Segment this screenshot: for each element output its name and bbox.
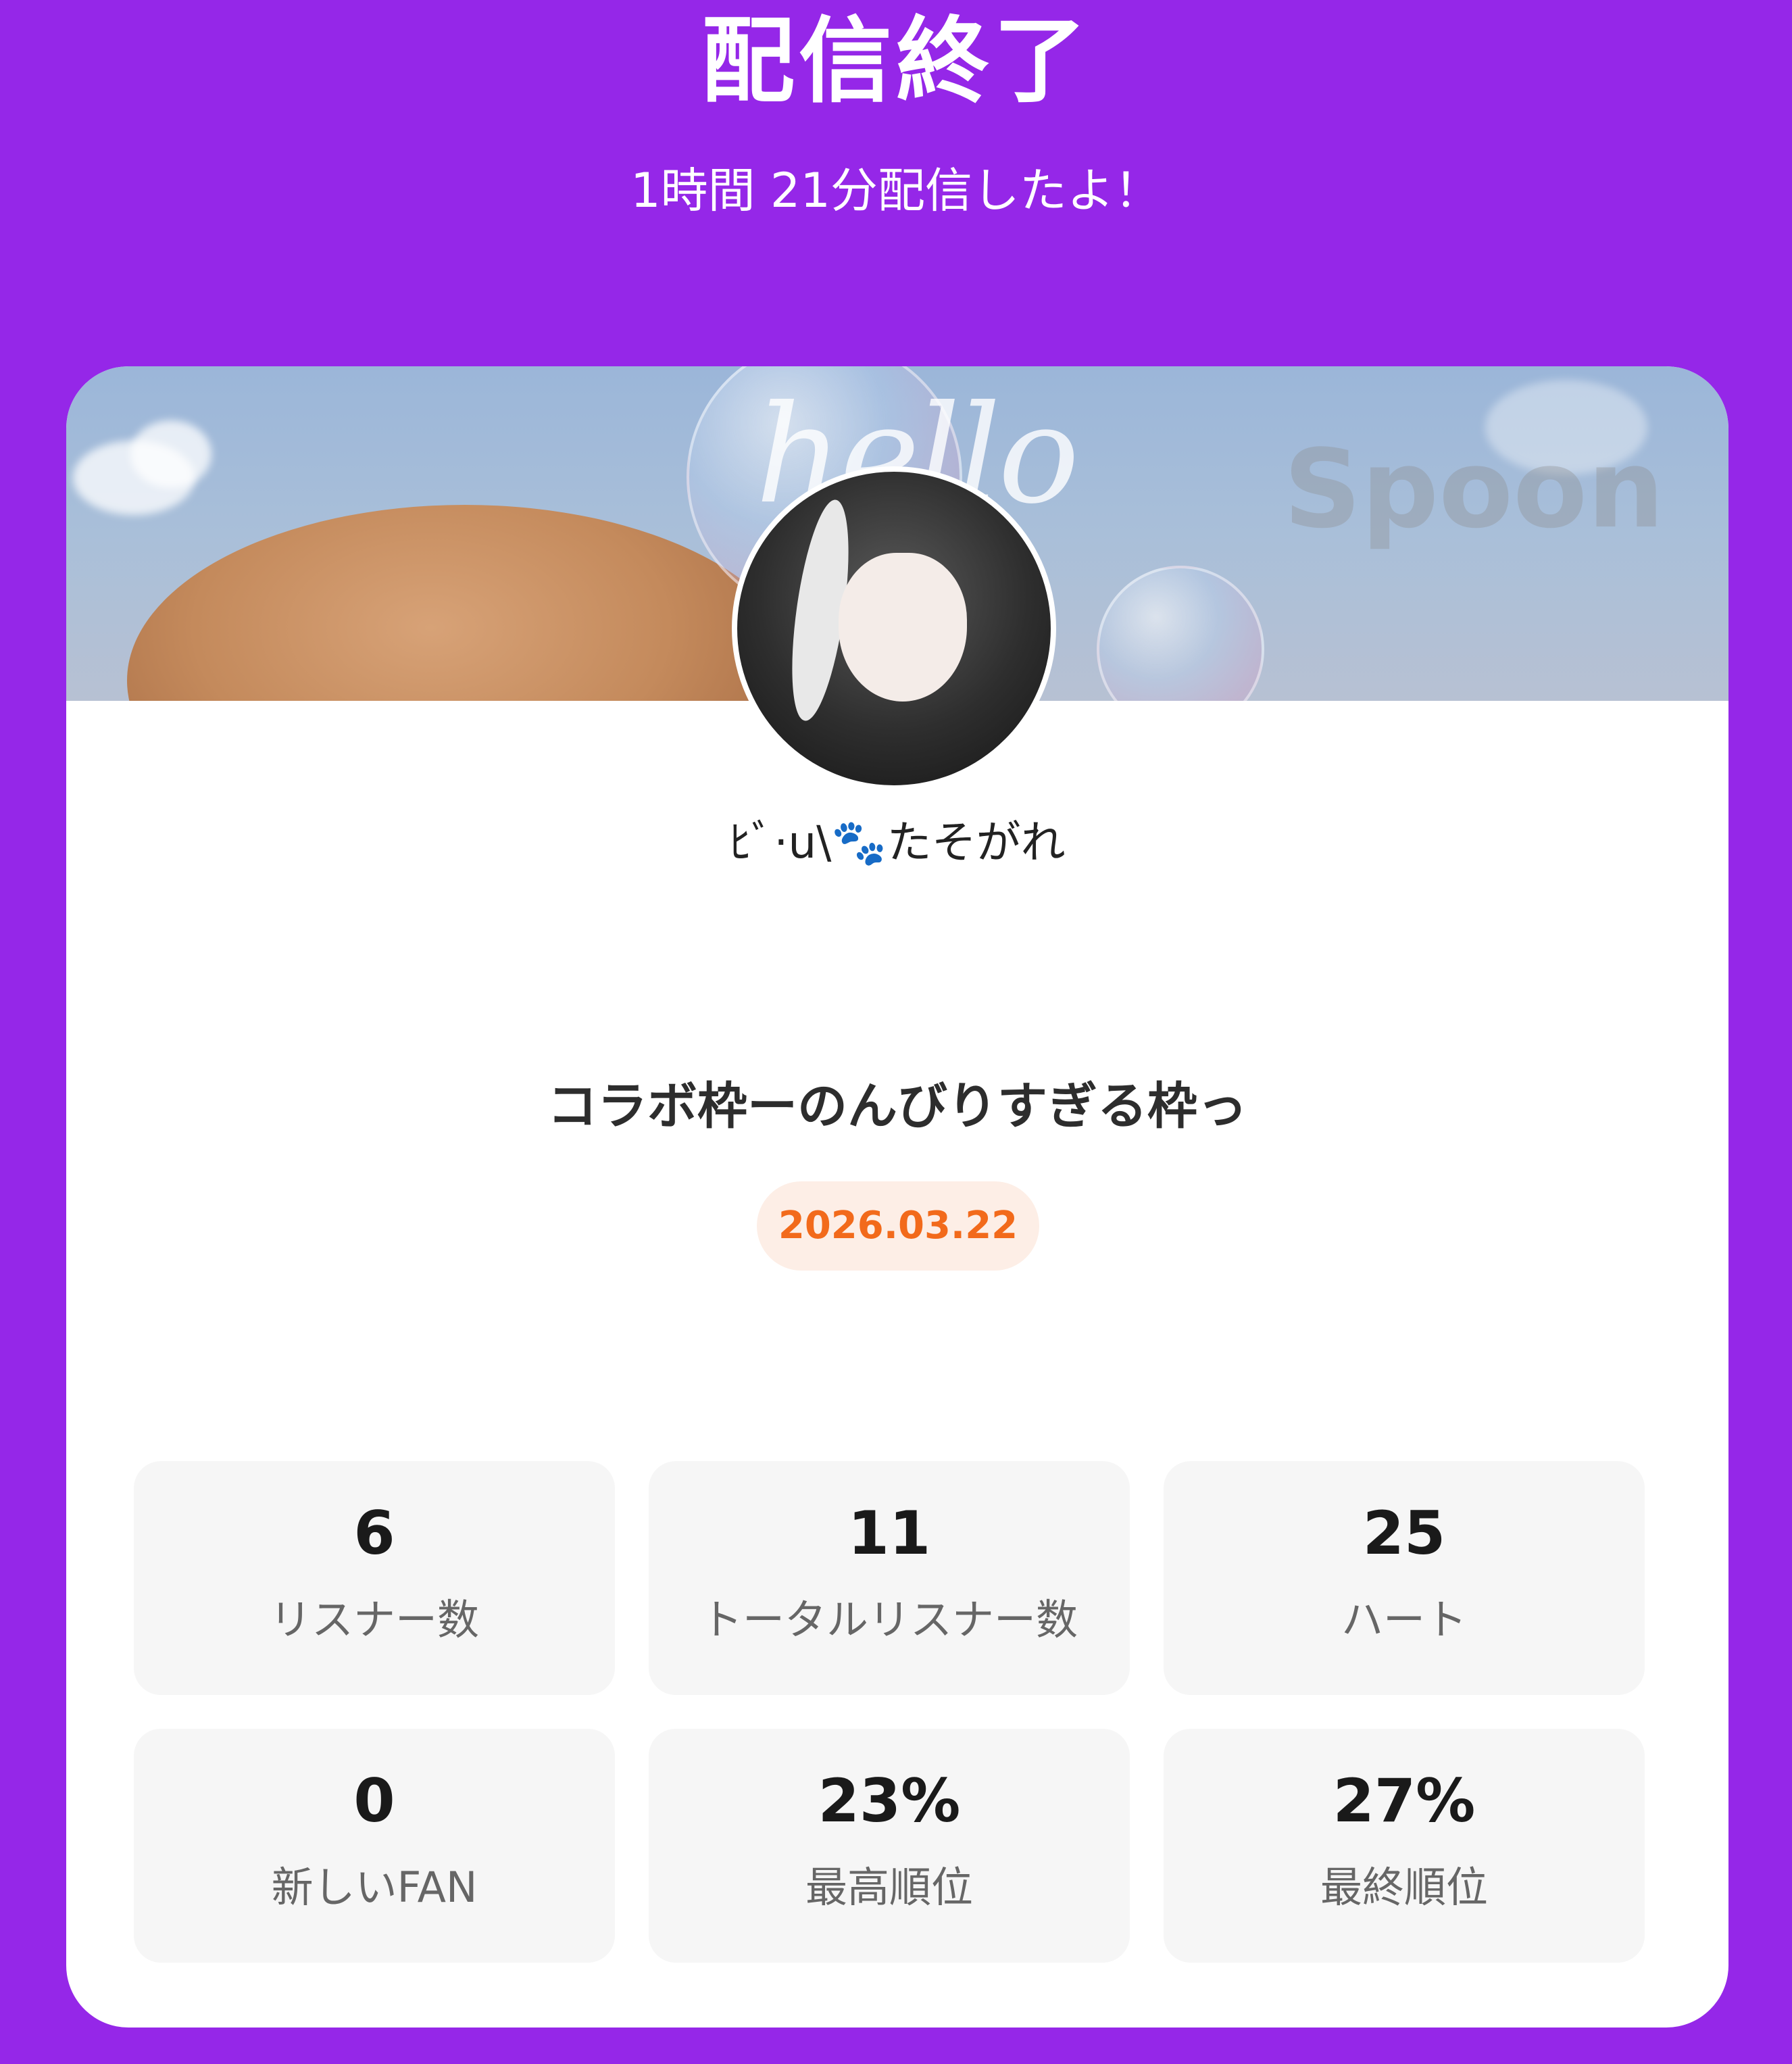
stat-label: リスナー数	[269, 1595, 479, 1644]
broadcast-date-badge: 2026.03.22	[757, 1181, 1039, 1271]
stat-value: 6	[353, 1498, 395, 1568]
spoon-watermark: Spoon	[1283, 426, 1664, 552]
stat-label: 最終順位	[1320, 1863, 1488, 1912]
page-title: 配信終了	[701, 7, 1091, 116]
stat-label: トータルリスナー数	[700, 1595, 1078, 1644]
stat-label: 新しいFAN	[271, 1863, 478, 1912]
stat-label: 最高順位	[805, 1863, 973, 1912]
stat-value: 25	[1362, 1498, 1446, 1568]
stat-value: 11	[847, 1498, 931, 1568]
stat-label: ハート	[1341, 1595, 1467, 1644]
bubble-decoration	[1097, 566, 1264, 701]
stat-value: 0	[353, 1766, 395, 1836]
avatar-face	[839, 553, 967, 702]
stat-highest-rank: 23% 最高順位	[649, 1729, 1130, 1963]
cloud-decoration	[130, 420, 211, 488]
broadcast-duration: 1時間 21分配信したよ！	[630, 163, 1162, 218]
stat-total-listeners: 11 トータルリスナー数	[649, 1461, 1130, 1695]
stat-listeners: 6 リスナー数	[134, 1461, 615, 1695]
avatar[interactable]	[732, 466, 1056, 791]
username: ﾋﾞ·u\🐾たそがれ	[729, 816, 1066, 868]
stat-final-rank: 27% 最終順位	[1164, 1729, 1645, 1963]
stat-new-fans: 0 新しいFAN	[134, 1729, 615, 1963]
stat-hearts: 25 ハート	[1164, 1461, 1645, 1695]
broadcast-title: コラボ枠ーのんびりすぎる枠っ	[547, 1077, 1247, 1135]
stat-value: 27%	[1333, 1766, 1476, 1836]
broadcast-summary-card: hello Spoon ﾋﾞ·u\🐾たそがれ コラボ枠ーのんびりすぎる枠っ 20…	[66, 366, 1728, 2028]
stat-value: 23%	[818, 1766, 961, 1836]
